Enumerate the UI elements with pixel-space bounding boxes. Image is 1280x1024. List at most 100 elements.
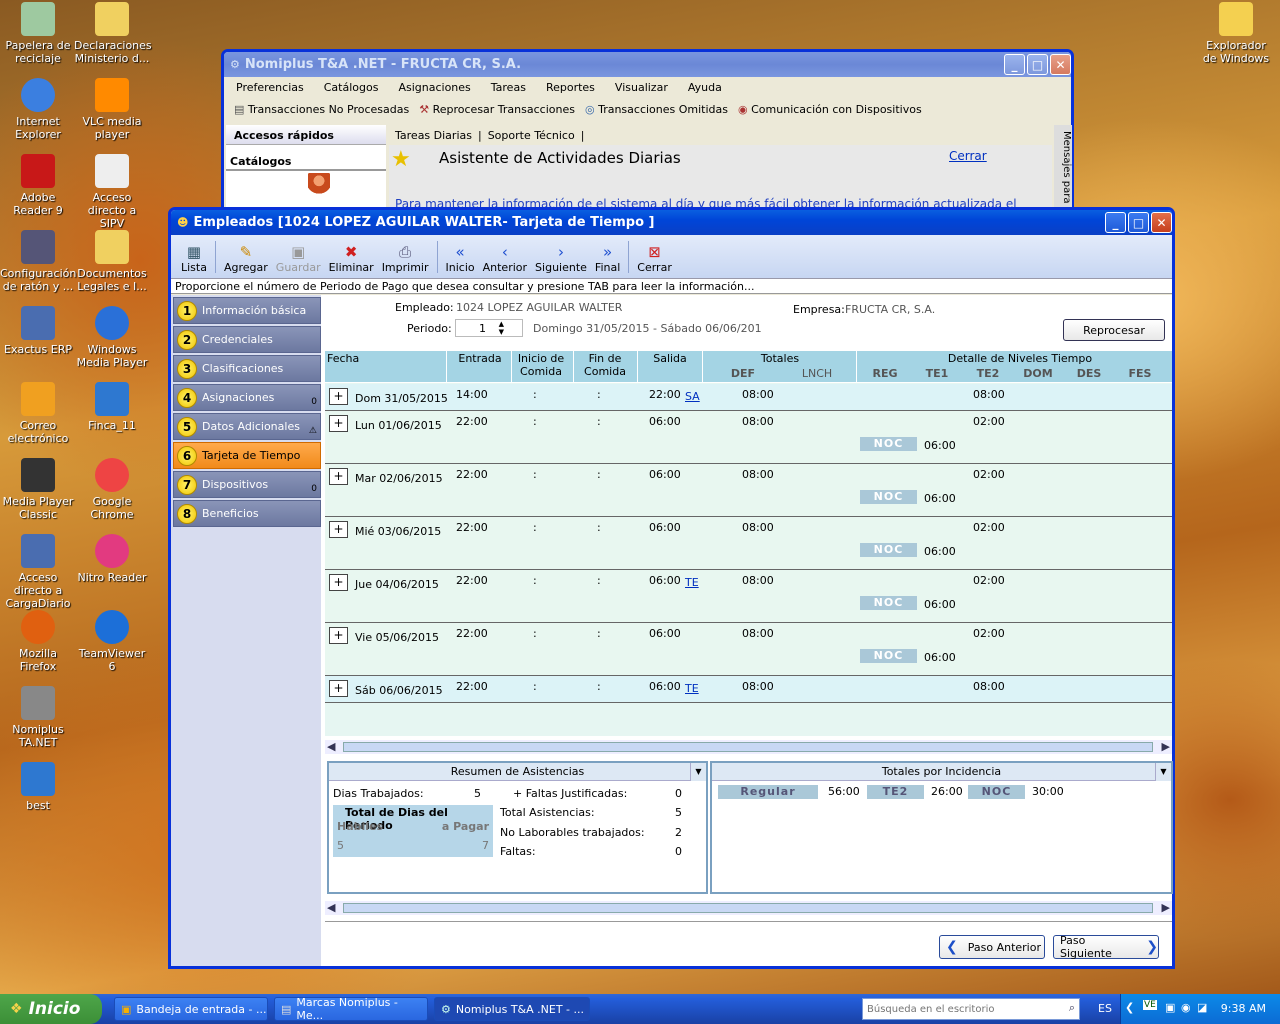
- desktop-icon-13[interactable]: Google Chrome: [74, 458, 150, 521]
- menu-preferencias[interactable]: Preferencias: [236, 81, 304, 94]
- scroll-left-icon[interactable]: ◀: [327, 901, 335, 914]
- periodo-stepper[interactable]: 1 ▲ ▼: [455, 319, 523, 337]
- table-row[interactable]: + Lun 01/06/2015 22:00::06:00 08:00 02:00 NOC…: [325, 411, 1172, 464]
- menu-ayuda[interactable]: Ayuda: [688, 81, 722, 94]
- desktop-icon-7[interactable]: Documentos Legales e I...: [74, 230, 150, 293]
- language-indicator[interactable]: ES: [1098, 1002, 1112, 1015]
- expand-row-button[interactable]: +: [329, 574, 348, 591]
- menu-reportes[interactable]: Reportes: [546, 81, 595, 94]
- reprocesar-transacciones-button[interactable]: ⚒ Reprocesar Transacciones: [419, 103, 575, 116]
- horizontal-scrollbar[interactable]: ◀ ▶: [325, 740, 1172, 754]
- agregar-button[interactable]: ✎ Agregar: [220, 238, 272, 276]
- table-row[interactable]: + Mié 03/06/2015 22:00::06:00 08:00 02:00 NOC…: [325, 517, 1172, 570]
- row-tag-link[interactable]: TE: [685, 576, 699, 589]
- table-row[interactable]: + Jue 04/06/2015 22:00::06:00 TE 08:00 02:00 N…: [325, 570, 1172, 623]
- inicio-button[interactable]: «Inicio: [442, 238, 479, 276]
- siguiente-button[interactable]: › Siguiente: [531, 238, 591, 276]
- spin-arrows-icon[interactable]: ▲ ▼: [499, 320, 504, 336]
- sidebar-item-5[interactable]: 5 Datos Adicionales ⚠: [173, 413, 321, 440]
- sidebar-item-6[interactable]: 6 Tarjeta de Tiempo: [173, 442, 321, 469]
- col-te1[interactable]: TE1: [917, 367, 957, 380]
- desktop-icon-18[interactable]: Nomiplus TA.NET: [0, 686, 76, 749]
- sidebar-item-1[interactable]: 1 Información básica: [173, 297, 321, 324]
- close-button[interactable]: ✕: [1050, 54, 1071, 75]
- lower-horizontal-scrollbar[interactable]: ◀ ▶: [325, 901, 1172, 915]
- col-dom[interactable]: DOM: [1018, 367, 1058, 380]
- desktop-icon-1[interactable]: Declaraciones Ministerio d...: [74, 2, 152, 65]
- menu-visualizar[interactable]: Visualizar: [615, 81, 668, 94]
- tab-soporte-tecnico[interactable]: Soporte Técnico: [488, 129, 575, 142]
- tray-status-icon[interactable]: ◉: [1181, 1001, 1191, 1014]
- col-salida[interactable]: Salida: [645, 352, 695, 365]
- desktop-icon-20[interactable]: Explorador de Windows: [1198, 2, 1274, 65]
- task-bandeja[interactable]: ▣ Bandeja de entrada - ...: [114, 997, 268, 1021]
- row-tag-link[interactable]: SA: [685, 390, 700, 403]
- desktop-icon-5[interactable]: Acceso directo a SIPV: [74, 154, 150, 230]
- totales-dropdown-icon[interactable]: ▼: [1155, 763, 1171, 781]
- minimize-button[interactable]: _: [1004, 54, 1025, 75]
- scroll-right-icon[interactable]: ▶: [1162, 901, 1170, 914]
- sidebar-item-2[interactable]: 2 Credenciales: [173, 326, 321, 353]
- desktop-icon-4[interactable]: Adobe Reader 9: [0, 154, 76, 217]
- tray-volume-icon[interactable]: ◪: [1197, 1001, 1207, 1014]
- tray-back-icon[interactable]: ❮: [1125, 1001, 1134, 1014]
- search-icon[interactable]: ⌕: [1069, 1001, 1075, 1015]
- scroll-thumb[interactable]: [343, 903, 1153, 913]
- sidebar-item-8[interactable]: 8 Beneficios: [173, 500, 321, 527]
- menu-asignaciones[interactable]: Asignaciones: [398, 81, 470, 94]
- desktop-icon-0[interactable]: Papelera de reciclaje: [0, 2, 76, 65]
- messages-side-tab[interactable]: Mensajes para: [1054, 125, 1072, 215]
- desktop-icon-9[interactable]: Windows Media Player: [74, 306, 150, 369]
- catalogs-header[interactable]: Catálogos: [226, 153, 386, 171]
- transacciones-omitidas-button[interactable]: ◎ Transacciones Omitidas: [585, 103, 728, 116]
- final-button[interactable]: » Final: [591, 238, 624, 276]
- transacciones-no-procesadas-button[interactable]: ▤ Transacciones No Procesadas: [234, 103, 409, 116]
- desktop-icon-8[interactable]: Exactus ERP: [0, 306, 76, 356]
- desktop-icon-2[interactable]: Internet Explorer: [0, 78, 76, 141]
- paso-siguiente-button[interactable]: Paso Siguiente ❯: [1053, 934, 1159, 960]
- tray-app-icon[interactable]: VE: [1143, 1000, 1157, 1010]
- col-inicio-comida[interactable]: Inicio de Comida: [515, 352, 567, 378]
- desktop-icon-14[interactable]: Acceso directo a CargaDiario: [0, 534, 76, 610]
- table-row[interactable]: + Dom 31/05/2015 14:00:: 22:00 SA 08:00 08:00: [325, 384, 1172, 411]
- anterior-button[interactable]: ‹ Anterior: [479, 238, 531, 276]
- task-nomiplus[interactable]: ⚙ Nomiplus T&A .NET - ...: [434, 997, 590, 1021]
- col-fes[interactable]: FES: [1120, 367, 1160, 380]
- table-row[interactable]: + Vie 05/06/2015 22:00::06:00 08:00 02:00 NOC…: [325, 623, 1172, 676]
- maximize-button[interactable]: □: [1128, 212, 1149, 233]
- row-tag-link[interactable]: TE: [685, 682, 699, 695]
- col-des[interactable]: DES: [1069, 367, 1109, 380]
- col-def[interactable]: DEF: [723, 367, 763, 380]
- desktop-icon-10[interactable]: Correo electrónico: [0, 382, 76, 445]
- menu-catalogos[interactable]: Catálogos: [324, 81, 379, 94]
- cerrar-button[interactable]: ⊠ Cerrar: [633, 238, 676, 276]
- imprimir-button[interactable]: ⎙ Imprimir: [378, 238, 433, 276]
- col-entrada[interactable]: Entrada: [455, 352, 505, 365]
- table-row[interactable]: + Mar 02/06/2015 22:00::06:00 08:00 02:00 NOC…: [325, 464, 1172, 517]
- task-marcas[interactable]: ▤ Marcas Nomiplus - Me...: [274, 996, 428, 1022]
- sidebar-item-7[interactable]: 7 Dispositivos 0: [173, 471, 321, 498]
- close-button[interactable]: ✕: [1151, 212, 1172, 233]
- desktop-icon-16[interactable]: Mozilla Firefox: [0, 610, 76, 673]
- table-row[interactable]: + Sáb 06/06/2015 22:00:: 06:00 TE 08:00 08:00: [325, 676, 1172, 703]
- expand-row-button[interactable]: +: [329, 415, 348, 432]
- desktop-icon-6[interactable]: Configuración de ratón y ...: [0, 230, 76, 293]
- user-icon[interactable]: [308, 173, 330, 199]
- expand-row-button[interactable]: +: [329, 680, 348, 697]
- desktop-icon-15[interactable]: Nitro Reader: [74, 534, 150, 584]
- desktop-icon-12[interactable]: Media Player Classic: [0, 458, 76, 521]
- tray-network-icon[interactable]: ▣: [1165, 1001, 1175, 1014]
- quick-access-header[interactable]: Accesos rápidos: [226, 125, 386, 145]
- col-fin-comida[interactable]: Fin de Comida: [579, 352, 631, 378]
- main-window-titlebar[interactable]: ⚙ Nomiplus T&A .NET - FRUCTA CR, S.A. _ …: [224, 52, 1071, 77]
- comunicacion-dispositivos-button[interactable]: ◉ Comunicación con Dispositivos: [738, 103, 922, 116]
- lista-button[interactable]: ▦ Lista: [177, 238, 211, 276]
- desktop-search-input[interactable]: [863, 999, 1053, 1019]
- expand-row-button[interactable]: +: [329, 468, 348, 485]
- desktop-icon-17[interactable]: TeamViewer 6: [74, 610, 150, 673]
- col-fecha[interactable]: Fecha: [327, 352, 359, 365]
- scroll-left-icon[interactable]: ◀: [327, 740, 335, 753]
- sidebar-item-3[interactable]: 3 Clasificaciones: [173, 355, 321, 382]
- maximize-button[interactable]: □: [1027, 54, 1048, 75]
- paso-anterior-button[interactable]: ❮ Paso Anterior: [939, 935, 1045, 959]
